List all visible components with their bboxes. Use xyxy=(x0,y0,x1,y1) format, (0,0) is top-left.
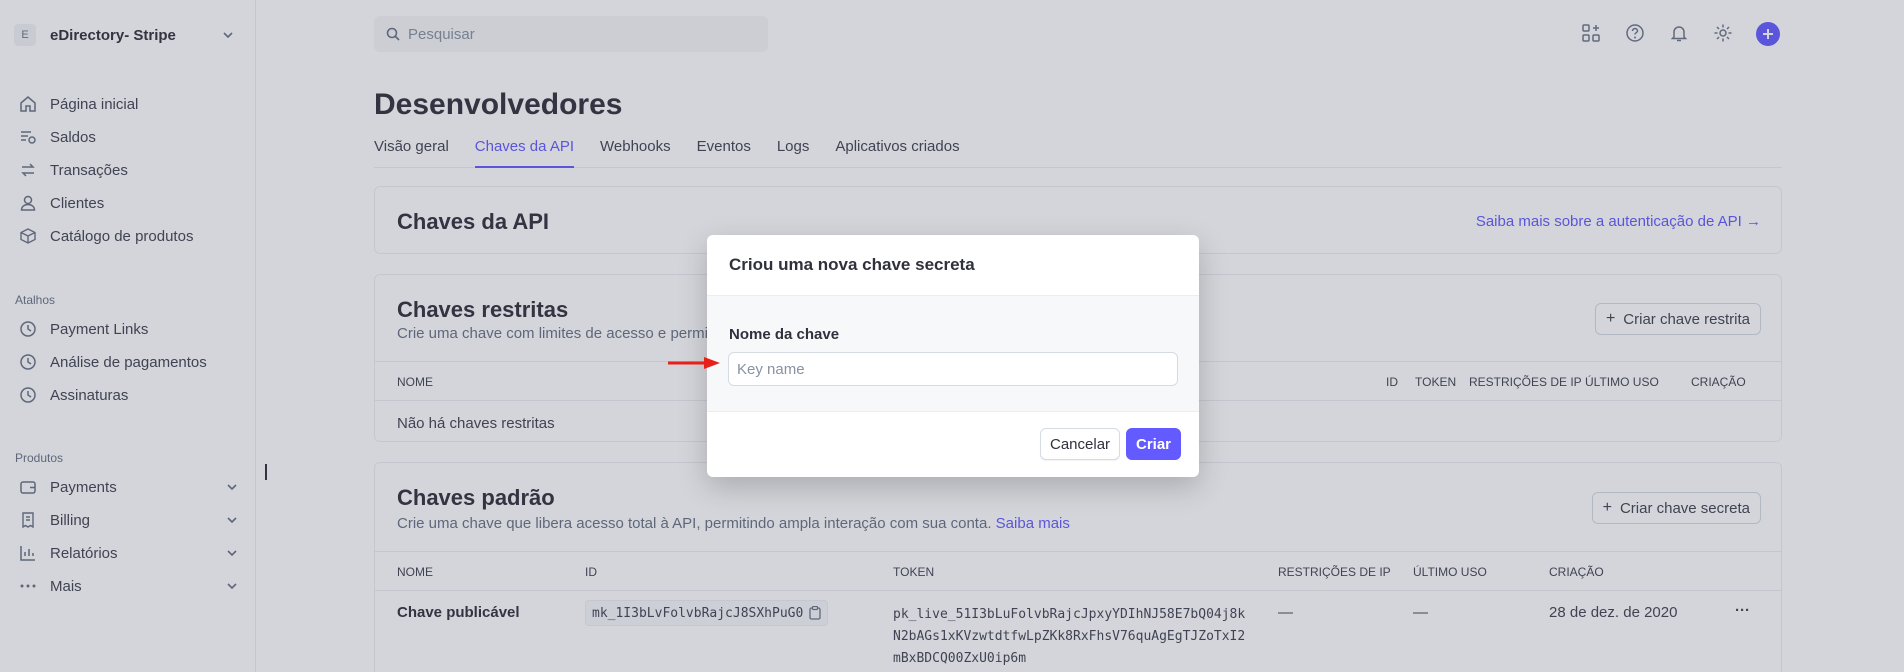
key-name-label: Nome da chave xyxy=(729,326,840,343)
dialog-title: Criou uma nova chave secreta xyxy=(707,235,1199,296)
dialog-body: Nome da chave xyxy=(707,296,1199,412)
dialog-footer: Cancelar Criar xyxy=(707,412,1199,477)
create-button[interactable]: Criar xyxy=(1126,428,1182,460)
key-name-input[interactable] xyxy=(728,352,1178,386)
annotation-arrow-icon xyxy=(668,357,720,369)
create-secret-key-dialog: Criou uma nova chave secreta Nome da cha… xyxy=(707,235,1199,477)
cancel-button[interactable]: Cancelar xyxy=(1040,428,1121,460)
